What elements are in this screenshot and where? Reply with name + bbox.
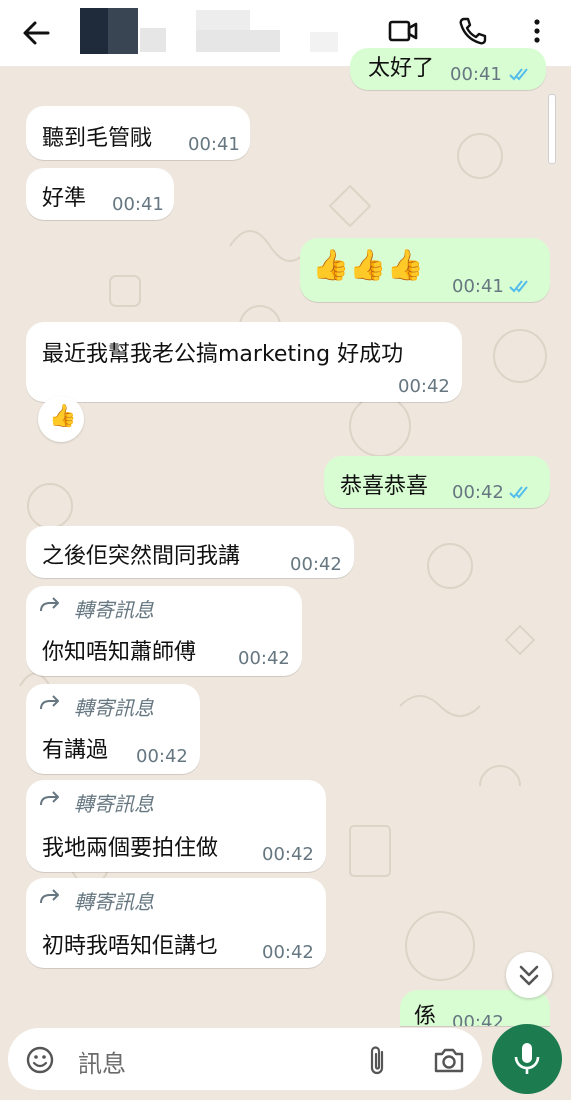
message-time: 00:42 — [136, 746, 188, 767]
message-incoming-forwarded[interactable]: 轉寄訊息 我地兩個要拍住做 00:42 — [26, 780, 326, 872]
forwarded-label: 轉寄訊息 — [74, 598, 154, 622]
message-incoming-forwarded[interactable]: 轉寄訊息 初時我唔知佢講乜 00:42 — [26, 878, 326, 968]
message-outgoing[interactable]: 恭喜恭喜 00:42 — [324, 456, 550, 508]
read-ticks-icon — [509, 68, 528, 81]
contact-name-blurred[interactable] — [196, 10, 250, 30]
message-incoming[interactable]: 最近我幫我老公搞marketing 好成功 00:42 — [26, 322, 462, 402]
phone-icon[interactable] — [456, 14, 490, 48]
message-text: 有講過 — [42, 738, 109, 763]
thumbs-up-emoji: 👍👍👍 — [312, 248, 425, 283]
message-text: 我地兩個要拍住做 — [42, 836, 219, 861]
message-time: 00:42 — [290, 554, 342, 575]
contact-name-blurred[interactable] — [310, 32, 338, 52]
video-call-icon[interactable] — [386, 14, 420, 48]
message-text: 之後佢突然間同我講 — [42, 544, 241, 569]
scrollbar[interactable] — [548, 94, 556, 164]
message-time: 00:42 — [238, 648, 290, 669]
forwarded-label: 轉寄訊息 — [74, 890, 154, 914]
message-outgoing[interactable]: 👍👍👍 00:41 — [300, 238, 550, 302]
message-time: 00:42 — [262, 942, 314, 963]
double-chevron-down-icon — [519, 965, 539, 986]
message-time: 00:42 — [452, 482, 504, 503]
message-time: 00:42 — [398, 376, 450, 397]
forwarded-label: 轉寄訊息 — [74, 792, 154, 816]
message-incoming-forwarded[interactable]: 轉寄訊息 有講過 00:42 — [26, 684, 200, 774]
forwarded-label: 轉寄訊息 — [74, 696, 154, 720]
emoji-icon[interactable] — [24, 1044, 56, 1076]
message-time: 00:41 — [452, 276, 504, 297]
message-incoming-forwarded[interactable]: 轉寄訊息 你知唔知蕭師傅 00:42 — [26, 586, 302, 676]
message-input[interactable]: 訊息 — [78, 1044, 126, 1079]
message-text: 太好了 — [368, 56, 435, 81]
message-incoming[interactable]: 聽到毛管戙 00:41 — [26, 106, 250, 160]
forward-icon — [40, 889, 59, 904]
message-reaction[interactable]: 👍 — [38, 396, 84, 442]
forward-icon — [40, 597, 59, 612]
forward-icon — [40, 695, 59, 710]
more-vertical-icon[interactable] — [520, 14, 554, 48]
forward-icon — [40, 791, 59, 806]
thumbs-up-emoji: 👍 — [49, 404, 77, 429]
contact-name-blurred[interactable] — [140, 28, 166, 52]
camera-icon[interactable] — [432, 1044, 466, 1076]
message-time: 00:41 — [112, 194, 164, 215]
message-text: 好準 — [42, 186, 87, 211]
scroll-to-bottom-button[interactable] — [506, 952, 552, 998]
microphone-icon — [514, 1043, 540, 1074]
avatar[interactable] — [80, 8, 138, 54]
paperclip-icon[interactable] — [364, 1044, 392, 1078]
message-outgoing[interactable]: 太好了 00:41 — [350, 48, 546, 90]
microphone-button[interactable] — [492, 1024, 562, 1094]
read-ticks-icon — [509, 486, 528, 499]
message-time: 00:41 — [188, 134, 240, 155]
contact-name-blurred[interactable] — [196, 30, 280, 52]
message-text: 初時我唔知佢講乜 — [42, 934, 219, 959]
read-ticks-icon — [509, 280, 528, 293]
message-text: 最近我幫我老公搞marketing 好成功 — [42, 342, 404, 367]
message-text: 聽到毛管戙 — [42, 126, 153, 151]
message-time: 00:41 — [450, 64, 502, 85]
message-text: 恭喜恭喜 — [340, 474, 429, 499]
message-time: 00:42 — [262, 844, 314, 865]
message-incoming[interactable]: 之後佢突然間同我講 00:42 — [26, 526, 354, 578]
arrow-left-icon[interactable] — [20, 18, 52, 48]
message-incoming[interactable]: 好準 00:41 — [26, 168, 174, 220]
message-text: 你知唔知蕭師傅 — [42, 640, 197, 665]
message-text: 係 — [414, 1004, 437, 1026]
